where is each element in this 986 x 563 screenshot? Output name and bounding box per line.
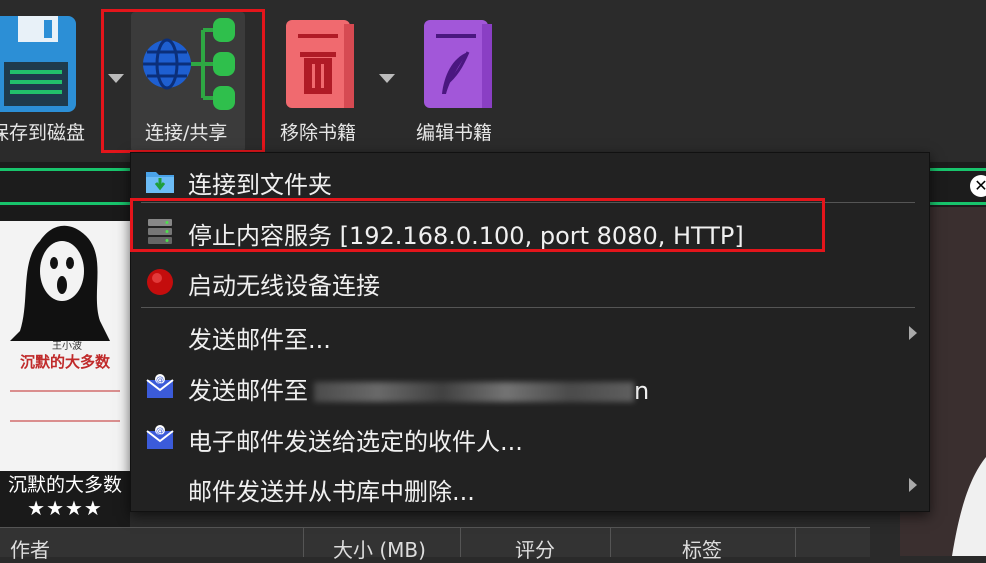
col-separator [303, 528, 304, 557]
redacted-email [314, 382, 634, 402]
remove-dropdown-arrow[interactable] [379, 74, 395, 83]
book-trash-icon [286, 20, 354, 108]
save-to-disk-label: 保存到磁盘 [0, 122, 86, 144]
svg-text:@: @ [156, 426, 164, 435]
highlight-box-connect [101, 9, 265, 153]
menu-label: 发送邮件至... [188, 326, 331, 354]
email-icon: @ [146, 374, 174, 398]
edit-books-label: 编辑书籍 [416, 122, 493, 144]
menu-item-start-wireless[interactable]: 启动无线设备连接 [131, 258, 929, 304]
floppy-disk-icon [0, 16, 76, 112]
red-dot-icon [147, 269, 173, 295]
book-cover-image[interactable]: 王小波 沉默的大多数 [0, 221, 130, 471]
remove-books-label: 移除书籍 [280, 122, 357, 144]
close-icon[interactable]: ✕ [970, 175, 986, 197]
col-rating[interactable]: 评分 [515, 534, 555, 563]
book-feather-icon [424, 20, 492, 108]
edit-books-button[interactable]: 编辑书籍 [410, 0, 510, 160]
email-icon: @ [146, 425, 174, 449]
col-separator [460, 528, 461, 557]
svg-text:@: @ [156, 375, 164, 384]
menu-label: 启动无线设备连接 [188, 272, 380, 300]
submenu-arrow-icon [909, 326, 917, 340]
menu-item-email-and-delete[interactable]: 邮件发送并从书库中删除... [131, 464, 929, 510]
menu-label: 电子邮件发送给选定的收件人... [188, 428, 523, 456]
book-table-header: 作者 大小 (MB) 评分 标签 [0, 527, 870, 562]
highlight-box-content-server [130, 198, 825, 252]
menu-item-send-email-to[interactable]: 发送邮件至... [131, 312, 929, 358]
remove-books-button[interactable]: 移除书籍 [270, 0, 370, 160]
toolbar: 保存到磁盘 连接/共享 [0, 0, 986, 160]
col-size[interactable]: 大小 (MB) [333, 534, 426, 563]
menu-item-email-selected-recipients[interactable]: @ 电子邮件发送给选定的收件人... [131, 414, 929, 460]
cover-title: 沉默的大多数 [20, 353, 111, 371]
menu-label: 连接到文件夹 [188, 171, 332, 199]
cover-author: 王小波 [52, 341, 82, 352]
menu-item-connect-folder[interactable]: 连接到文件夹 [131, 157, 929, 203]
book-rating: ★★★★ [27, 496, 103, 520]
menu-item-send-email-address[interactable]: @ 发送邮件至 n [131, 363, 929, 409]
col-separator [795, 528, 796, 557]
submenu-arrow-icon [909, 478, 917, 492]
col-author[interactable]: 作者 [10, 534, 50, 563]
menu-label: 发送邮件至 n [188, 377, 650, 405]
col-tags[interactable]: 标签 [682, 534, 722, 563]
save-to-disk-button[interactable]: 保存到磁盘 [0, 0, 100, 160]
menu-separator [141, 307, 915, 308]
col-separator [610, 528, 611, 557]
folder-download-icon [146, 172, 174, 193]
menu-label: 邮件发送并从书库中删除... [188, 478, 475, 506]
book-title: 沉默的大多数 [7, 474, 122, 496]
